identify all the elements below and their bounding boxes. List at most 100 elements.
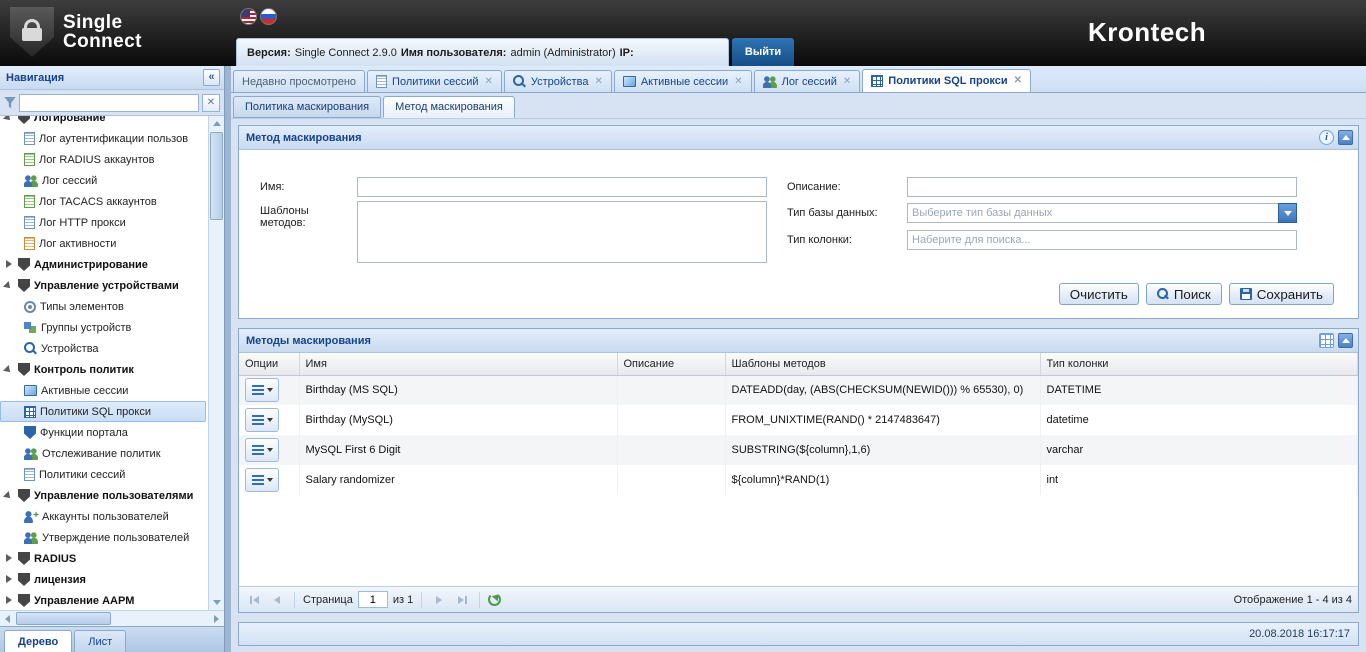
column-type-input[interactable] — [907, 230, 1297, 250]
tree-item[interactable]: Администрирование — [0, 254, 208, 275]
sidebar-view-tab[interactable]: Дерево — [4, 630, 72, 652]
sidebar-view-tab[interactable]: Лист — [74, 630, 126, 652]
tree-item[interactable]: Активные сессии — [0, 380, 208, 401]
tree-item[interactable]: Типы элементов — [0, 296, 208, 317]
tree-item[interactable]: Лог аутентификации пользов — [0, 128, 208, 149]
main-tab[interactable]: Активные сессии✕ — [614, 70, 752, 92]
save-button[interactable]: Сохранить — [1229, 283, 1334, 305]
grid-empty-space — [239, 495, 1358, 586]
expand-node-icon[interactable] — [5, 260, 14, 269]
tree-item[interactable]: Аккаунты пользователей — [0, 506, 208, 527]
first-page-icon[interactable] — [245, 591, 263, 609]
templates-textarea[interactable] — [357, 201, 767, 263]
tab-label: Лог сессий — [782, 76, 837, 88]
tree-filter-input[interactable] — [19, 94, 199, 112]
clear-button[interactable]: Очистить — [1059, 283, 1139, 305]
scroll-up-icon[interactable] — [209, 116, 224, 131]
tree-item[interactable]: Политики сессий — [0, 464, 208, 485]
name-input[interactable] — [357, 177, 767, 197]
row-options-button[interactable] — [245, 468, 279, 492]
collapse-node-icon[interactable] — [5, 281, 14, 290]
search-button[interactable]: Поиск — [1146, 283, 1222, 305]
table-row[interactable]: Birthday (MS SQL)DATEADD(day, (ABS(CHECK… — [239, 375, 1358, 405]
refresh-icon[interactable] — [488, 593, 501, 606]
main-tab[interactable]: Политики SQL прокси✕ — [862, 69, 1031, 92]
scroll-down-icon[interactable] — [209, 595, 224, 610]
tree-item[interactable]: Политики SQL прокси — [0, 401, 206, 422]
subtabbar: Политика маскированияМетод маскирования — [231, 93, 1366, 119]
tree-item[interactable]: Группы устройств — [0, 317, 208, 338]
row-options-button[interactable] — [245, 378, 279, 402]
row-options-button[interactable] — [245, 408, 279, 432]
column-header-options[interactable]: Опции — [239, 353, 299, 375]
horizontal-scroll-thumb[interactable] — [16, 612, 111, 625]
shield-icon — [18, 552, 30, 565]
expand-node-icon[interactable] — [5, 575, 14, 584]
tree-item[interactable]: Функции портала — [0, 422, 208, 443]
column-header-column-type[interactable]: Тип колонки — [1040, 353, 1358, 375]
us-flag-icon[interactable] — [240, 8, 257, 25]
tree-horizontal-scrollbar[interactable] — [0, 610, 224, 626]
table-row[interactable]: Salary randomizer${column}*RAND(1)int — [239, 465, 1358, 495]
collapse-node-icon[interactable] — [5, 115, 14, 122]
expand-node-icon[interactable] — [5, 596, 14, 605]
column-header-template[interactable]: Шаблоны методов — [725, 353, 1040, 375]
panel-collapse-icon[interactable] — [1338, 333, 1353, 348]
chevron-down-icon[interactable] — [1278, 203, 1297, 223]
tab-close-icon[interactable]: ✕ — [485, 77, 493, 87]
table-row[interactable]: MySQL First 6 DigitSUBSTRING(${column},1… — [239, 435, 1358, 465]
page-number-input[interactable] — [358, 591, 388, 608]
ru-flag-icon[interactable] — [260, 8, 277, 25]
info-icon[interactable]: i — [1319, 130, 1334, 145]
sidebar-collapse-button[interactable]: « — [203, 69, 220, 86]
tree-item[interactable]: Лог сессий — [0, 170, 208, 191]
vertical-scroll-thumb[interactable] — [210, 132, 223, 220]
tree-item[interactable]: Утверждение пользователей — [0, 527, 208, 548]
row-options-button[interactable] — [245, 438, 279, 462]
navigation-tree-wrap: ЛогированиеЛог аутентификации пользовЛог… — [0, 115, 224, 610]
tree-item[interactable]: Логирование — [0, 115, 208, 128]
next-page-icon[interactable] — [430, 591, 448, 609]
main-tab[interactable]: Устройства✕ — [504, 70, 612, 92]
expand-node-icon[interactable] — [5, 554, 14, 563]
logout-button[interactable]: Выйти — [732, 38, 794, 66]
tree-item[interactable]: Лог RADIUS аккаунтов — [0, 149, 208, 170]
column-header-description[interactable]: Описание — [617, 353, 725, 375]
tree-item[interactable]: Управление устройствами — [0, 275, 208, 296]
tab-close-icon[interactable]: ✕ — [734, 77, 742, 87]
scroll-right-icon[interactable] — [209, 611, 224, 626]
panel-collapse-icon[interactable] — [1338, 130, 1353, 145]
subtab[interactable]: Политика маскирования — [233, 96, 381, 118]
column-header-name[interactable]: Имя — [299, 353, 617, 375]
tab-close-icon[interactable]: ✕ — [594, 77, 602, 87]
tree-item[interactable]: Отслеживание политик — [0, 443, 208, 464]
main-tab[interactable]: Лог сессий ✕ — [754, 70, 861, 92]
filter-clear-button[interactable]: ✕ — [202, 94, 220, 112]
grid-settings-icon[interactable] — [1319, 333, 1334, 348]
tree-item[interactable]: лицензия — [0, 569, 208, 590]
templates-label: Шаблоны методов: — [260, 205, 342, 229]
tree-vertical-scrollbar[interactable] — [208, 116, 224, 610]
collapse-node-icon[interactable] — [5, 491, 14, 500]
db-type-combo-input[interactable] — [907, 203, 1278, 223]
main-tab[interactable]: Политики сессий✕ — [367, 70, 502, 92]
last-page-icon[interactable] — [453, 591, 471, 609]
tree-item[interactable]: Управление AAPM — [0, 590, 208, 610]
previous-page-icon[interactable] — [268, 591, 286, 609]
tree-item[interactable]: Управление пользователями — [0, 485, 208, 506]
subtab[interactable]: Метод маскирования — [383, 96, 515, 118]
table-row[interactable]: Birthday (MySQL)FROM_UNIXTIME(RAND() * 2… — [239, 405, 1358, 435]
tab-close-icon[interactable]: ✕ — [1014, 76, 1022, 86]
tree-item[interactable]: Лог TACACS аккаунтов — [0, 191, 208, 212]
scroll-left-icon[interactable] — [0, 611, 15, 626]
tree-item[interactable]: Лог активности — [0, 233, 208, 254]
collapse-node-icon[interactable] — [5, 365, 14, 374]
tree-item[interactable]: Устройства — [0, 338, 208, 359]
ip-label: IP: — [620, 47, 634, 59]
main-tab[interactable]: Недавно просмотрено — [233, 70, 365, 92]
tree-item[interactable]: RADIUS — [0, 548, 208, 569]
tree-item[interactable]: Лог HTTP прокси — [0, 212, 208, 233]
tree-item[interactable]: Контроль политик — [0, 359, 208, 380]
tab-close-icon[interactable]: ✕ — [843, 77, 851, 87]
description-input[interactable] — [907, 177, 1297, 197]
